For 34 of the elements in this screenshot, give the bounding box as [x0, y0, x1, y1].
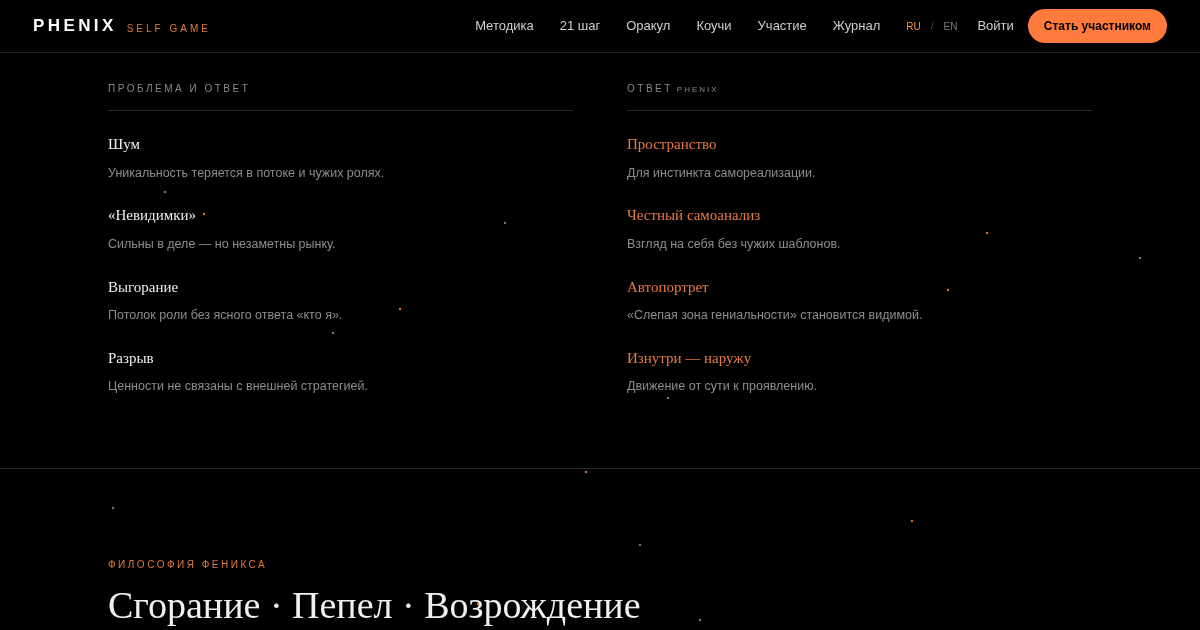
- item-description: Потолок роли без ясного ответа «кто я».: [108, 307, 344, 324]
- column-label: ОТВЕТ: [627, 82, 673, 96]
- item-title: «Невидимки»: [108, 206, 198, 226]
- item-title: Автопортрет: [627, 277, 710, 297]
- language-link[interactable]: RU: [906, 18, 921, 34]
- section-label: ФИЛОСОФИЯ ФЕНИКСА: [108, 558, 269, 572]
- nav-link[interactable]: Участие: [757, 16, 807, 36]
- item-title: Честный самоанализ: [627, 206, 762, 226]
- language-separator: /: [930, 19, 934, 34]
- column-label-suffix: PHENIX: [676, 84, 719, 96]
- item-description: Уникальность теряется в потоке и чужих ролях.: [108, 164, 386, 182]
- login-link[interactable]: Войти: [977, 16, 1014, 36]
- logo[interactable]: PHENIX: [33, 13, 117, 39]
- nav-link[interactable]: Журнал: [832, 16, 881, 36]
- logo-tagline: SELF GAME: [126, 21, 211, 36]
- item-description: Ценности не связаны с внешней стратегией.: [108, 378, 369, 396]
- item-description: Для инстинкта самореализации.: [627, 164, 817, 182]
- item-title: Пространство: [627, 135, 718, 154]
- item-description: Взгляд на себя без чужих шаблонов.: [627, 235, 842, 253]
- item-title: Разрыв: [108, 348, 155, 368]
- item-title: Выгорание: [108, 277, 180, 297]
- nav-link[interactable]: Оракул: [626, 16, 671, 36]
- item-description: Движение от сути к проявлению.: [627, 378, 818, 396]
- item-description: «Слепая зона гениальности» становится видимой.: [627, 307, 924, 324]
- language-link[interactable]: EN: [943, 18, 958, 34]
- item-description: Сильны в деле — но незаметны рынку.: [108, 235, 337, 253]
- join-button[interactable]: Стать участником: [1027, 9, 1167, 43]
- nav-link[interactable]: Коучи: [696, 16, 732, 36]
- nav-link[interactable]: Методика: [475, 16, 534, 36]
- item-title: Шум: [108, 135, 141, 154]
- nav-link[interactable]: 21 шаг: [559, 16, 601, 36]
- item-title: Изнутри — наружу: [627, 348, 753, 368]
- column-label: ПРОБЛЕМА И ОТВЕТ: [108, 82, 251, 96]
- section-heading: Сгорание · Пепел · Возрождение: [108, 586, 642, 624]
